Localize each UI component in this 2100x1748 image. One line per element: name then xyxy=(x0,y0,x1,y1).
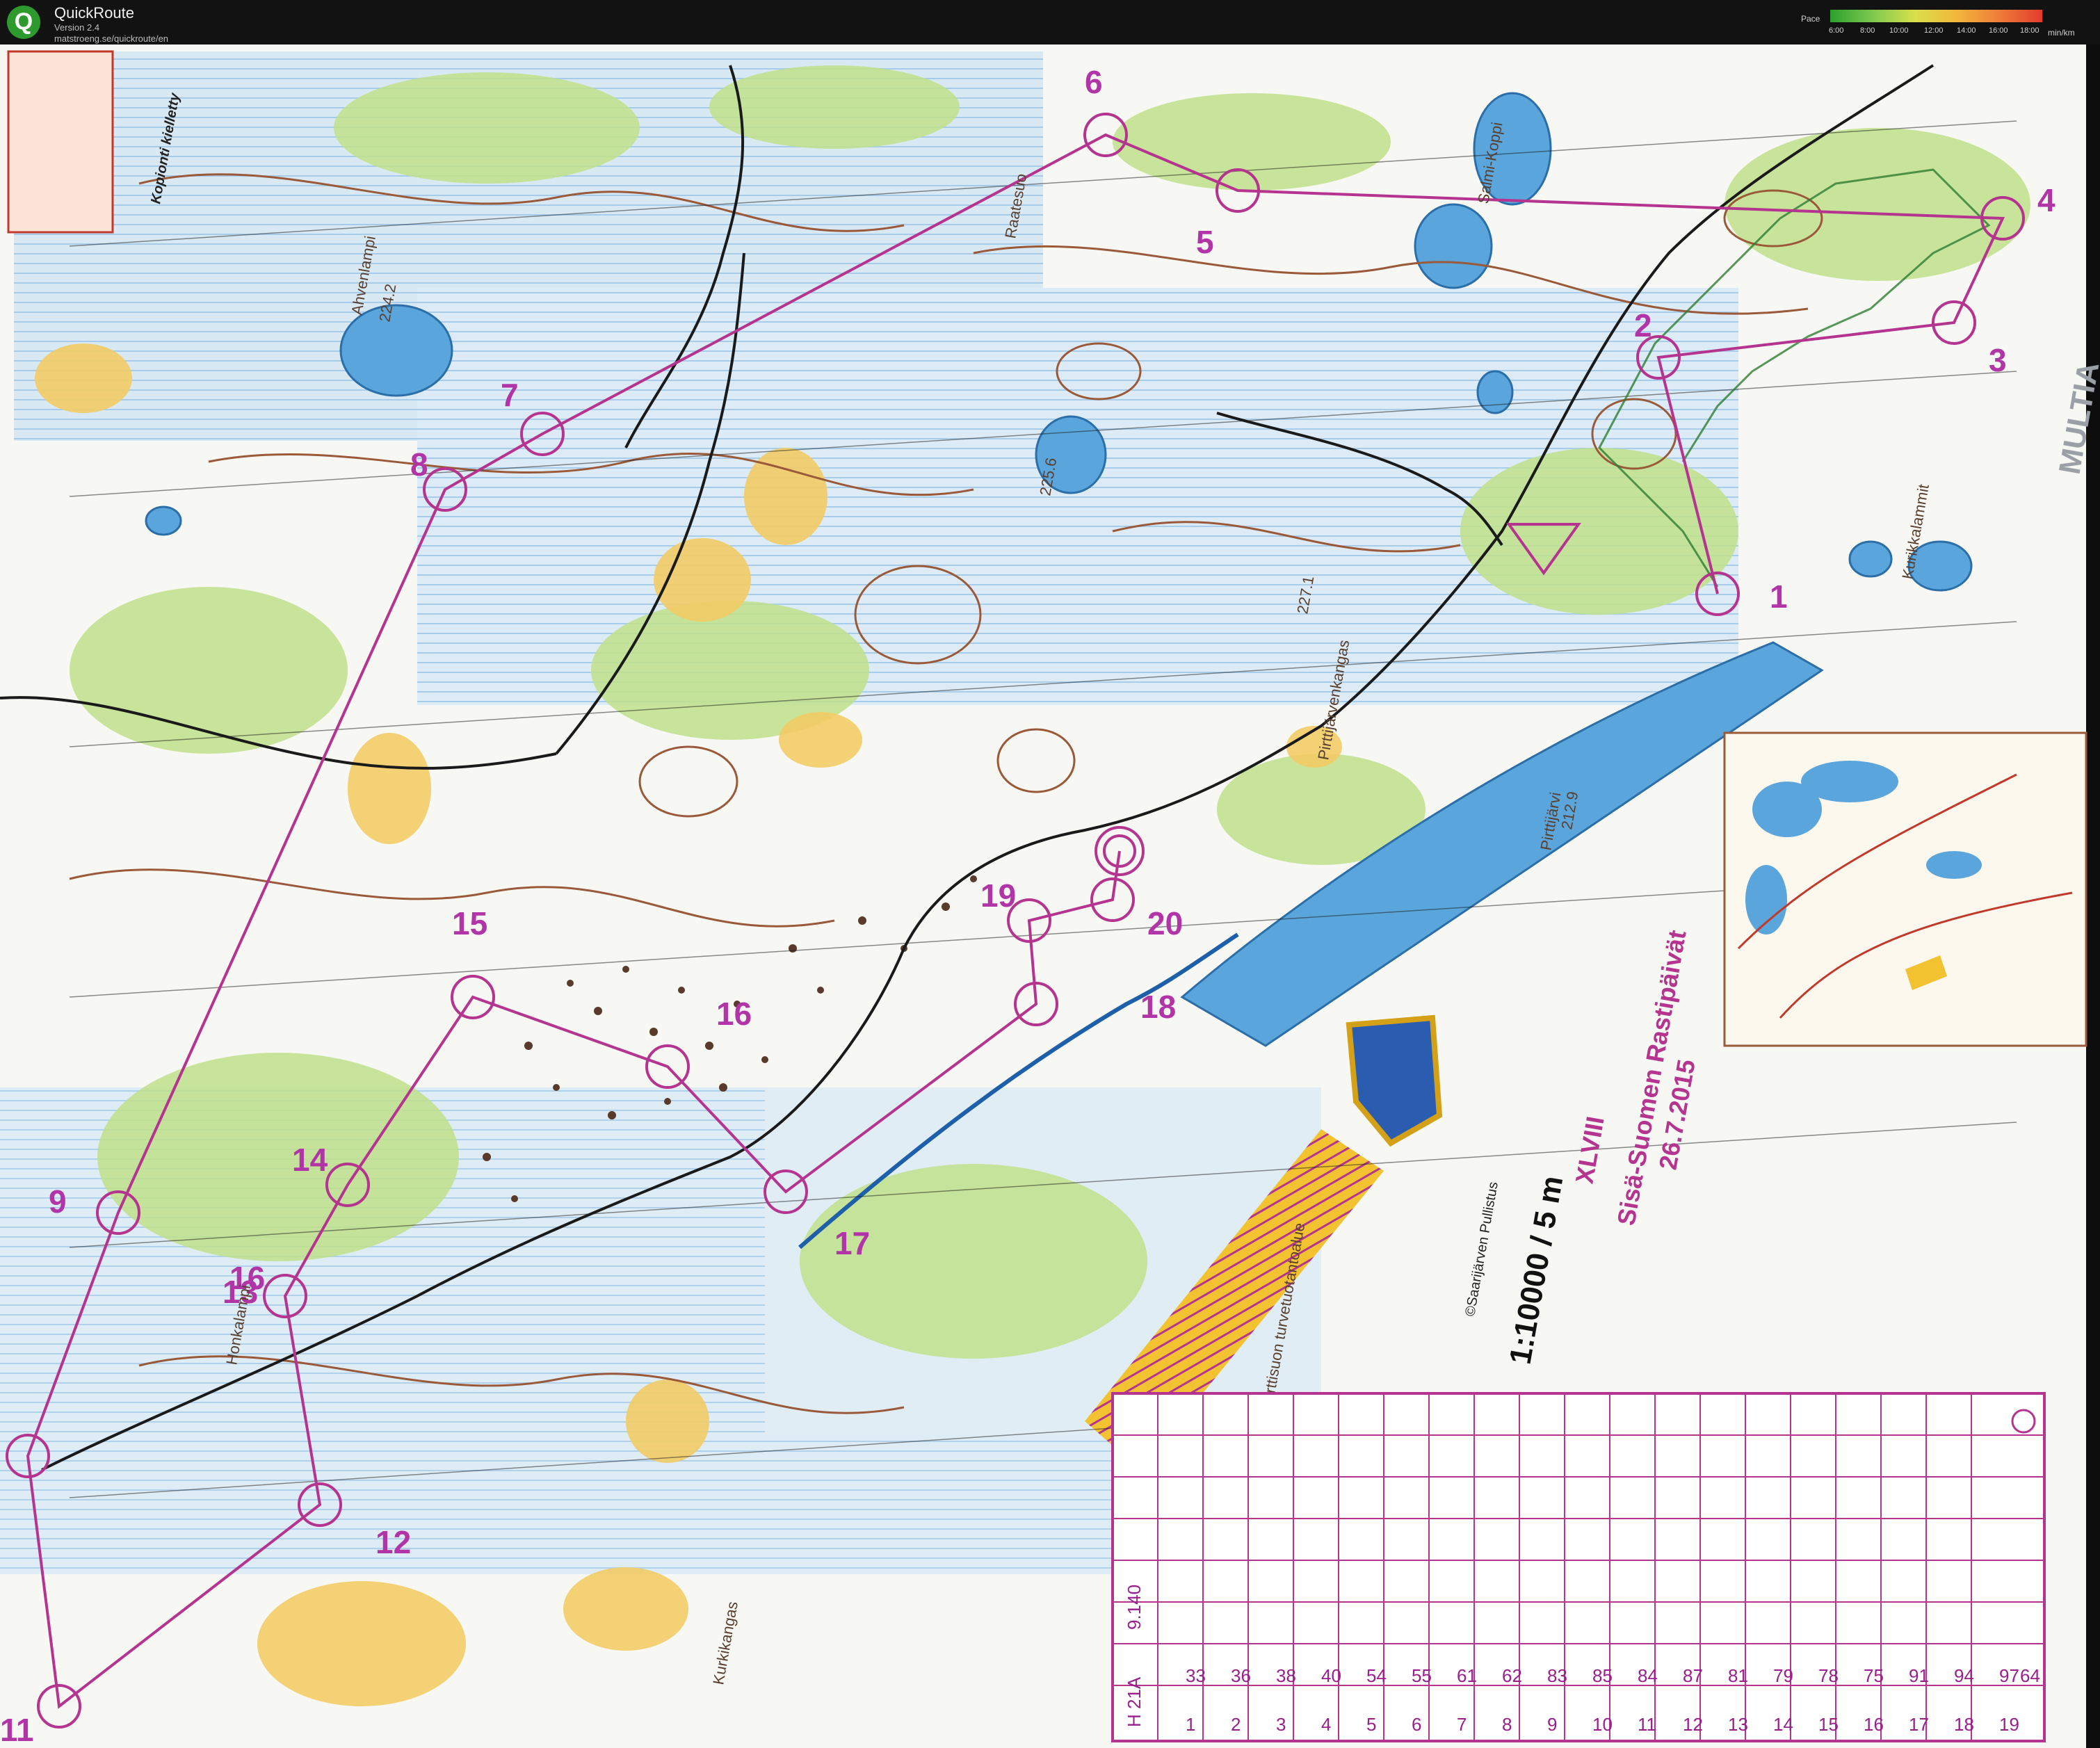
orienteering-map-canvas[interactable]: 1 2 3 4 5 6 7 8 9 16 11 12 13 14 15 16 1… xyxy=(0,44,2100,1748)
pace-color-scale xyxy=(1830,10,2042,22)
pace-tick: 16:00 xyxy=(1989,26,2008,35)
description-control-code: 84 xyxy=(1638,1665,1658,1686)
control-number: 12 xyxy=(375,1524,411,1560)
course-length: 9.140 xyxy=(1124,1585,1145,1630)
description-control-number: 17 xyxy=(1909,1714,1929,1735)
control-number: 9 xyxy=(49,1183,67,1220)
location-inset-map xyxy=(1723,731,2087,1047)
description-control-code: 91 xyxy=(1909,1665,1929,1686)
control-number: 1 xyxy=(1770,578,1788,615)
pace-tick: 10:00 xyxy=(1889,26,1909,35)
description-control-code: 33 xyxy=(1186,1665,1206,1686)
pace-tick: 6:00 xyxy=(1829,26,1844,35)
description-control-code: 61 xyxy=(1457,1665,1477,1686)
description-control-number: 14 xyxy=(1773,1714,1793,1735)
description-control-code: 54 xyxy=(1366,1665,1387,1686)
description-control-code: 87 xyxy=(1683,1665,1703,1686)
description-control-code: 85 xyxy=(1592,1665,1613,1686)
description-control-number: 1 xyxy=(1186,1714,1195,1735)
control-number: 7 xyxy=(501,377,519,413)
description-control-code: 78 xyxy=(1818,1665,1839,1686)
app-version: Version 2.4 xyxy=(54,22,100,33)
description-control-number: 4 xyxy=(1321,1714,1331,1735)
description-control-number: 6 xyxy=(1412,1714,1421,1735)
description-control-number: 19 xyxy=(1999,1714,2019,1735)
control-number: 2 xyxy=(1634,307,1652,343)
description-control-number: 2 xyxy=(1231,1714,1241,1735)
control-description-sheet: H 21A 9.140 1 33 2 36 3 38 4 40 5 54 6 5… xyxy=(1111,1392,2046,1742)
description-control-code: 94 xyxy=(1954,1665,1974,1686)
control-number: 14 xyxy=(292,1142,328,1178)
course-class: H 21A xyxy=(1124,1676,1145,1727)
description-control-number: 11 xyxy=(1638,1714,1656,1735)
app-title: QuickRoute xyxy=(54,4,134,22)
pace-legend-unit: min/km xyxy=(2048,28,2075,38)
description-control-number: 9 xyxy=(1547,1714,1557,1735)
app-toolbar: Q QuickRoute Version 2.4 matstroeng.se/q… xyxy=(0,0,2100,44)
description-control-code: 62 xyxy=(1502,1665,1522,1686)
description-control-code: 55 xyxy=(1412,1665,1432,1686)
quickroute-logo-icon: Q xyxy=(7,6,40,39)
description-control-code: 75 xyxy=(1864,1665,1884,1686)
app-url[interactable]: matstroeng.se/quickroute/en xyxy=(54,33,168,44)
description-control-number: 10 xyxy=(1592,1714,1613,1735)
description-control-number: 7 xyxy=(1457,1714,1467,1735)
description-control-code: 79 xyxy=(1773,1665,1793,1686)
description-control-number: 18 xyxy=(1954,1714,1974,1735)
description-control-code: 40 xyxy=(1321,1665,1341,1686)
description-control-number: 8 xyxy=(1502,1714,1512,1735)
description-control-number: 12 xyxy=(1683,1714,1703,1735)
pace-tick: 14:00 xyxy=(1957,26,1976,35)
description-control-code: 97 xyxy=(1999,1665,2019,1686)
control-number: 5 xyxy=(1196,224,1214,260)
description-control-code: 36 xyxy=(1231,1665,1251,1686)
control-number: 16 xyxy=(716,996,752,1032)
description-control-code: 81 xyxy=(1728,1665,1748,1686)
control-number: 3 xyxy=(1989,342,2007,378)
control-number: 18 xyxy=(1140,989,1176,1025)
description-control-number: 15 xyxy=(1818,1714,1839,1735)
control-number: 4 xyxy=(2037,182,2055,218)
pace-tick: 8:00 xyxy=(1860,26,1875,35)
description-control-code: 38 xyxy=(1276,1665,1296,1686)
description-control-number: 13 xyxy=(1728,1714,1748,1735)
pace-legend-label: Pace xyxy=(1801,14,1820,24)
description-control-number: 16 xyxy=(1864,1714,1884,1735)
pace-tick: 12:00 xyxy=(1924,26,1944,35)
control-number: 20 xyxy=(1147,905,1183,941)
description-control-code: 83 xyxy=(1547,1665,1567,1686)
control-number: 19 xyxy=(980,877,1016,914)
description-control-number: 3 xyxy=(1276,1714,1286,1735)
pace-tick: 18:00 xyxy=(2020,26,2040,35)
control-number: 6 xyxy=(1085,64,1103,100)
control-number: 11 xyxy=(0,1712,34,1748)
description-control-code: 64 xyxy=(2020,1665,2040,1686)
control-number: 17 xyxy=(834,1225,870,1261)
control-number: 8 xyxy=(410,446,428,483)
control-number: 15 xyxy=(452,905,487,941)
description-control-number: 5 xyxy=(1366,1714,1376,1735)
